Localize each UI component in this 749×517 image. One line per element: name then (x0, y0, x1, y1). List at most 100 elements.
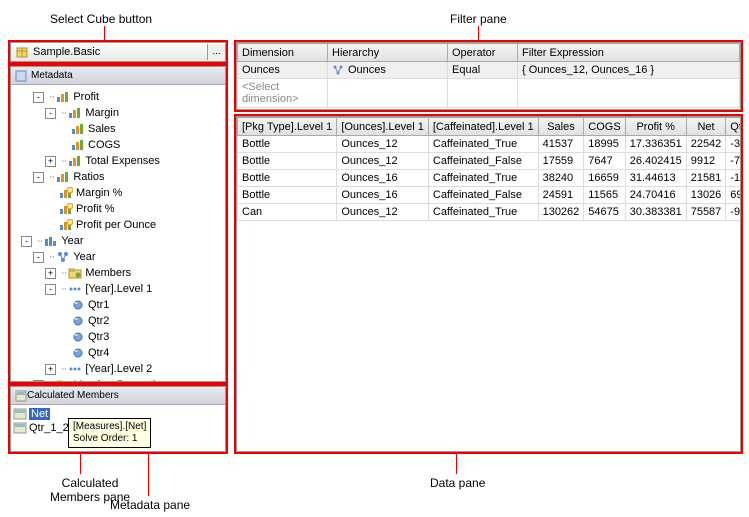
data-cell[interactable]: Caffeinated_True (428, 136, 538, 153)
tree-node[interactable]: Profit % (13, 201, 223, 217)
data-cell[interactable]: 17559 (538, 153, 584, 170)
collapse-icon[interactable]: - (33, 172, 44, 183)
data-cell[interactable]: 24591 (538, 187, 584, 204)
data-cell[interactable]: 11565 (584, 187, 625, 204)
filter-row[interactable]: OuncesOuncesEqual{ Ounces_12, Ounces_16 … (238, 62, 740, 79)
tree-node[interactable]: -··Ratios (13, 169, 223, 185)
data-cell[interactable]: 30.383381 (625, 204, 686, 221)
data-row[interactable]: BottleOunces_12Caffeinated_False17559764… (238, 153, 742, 170)
data-cell[interactable]: 38240 (538, 170, 584, 187)
data-row[interactable]: BottleOunces_16Caffeinated_False24591115… (238, 187, 742, 204)
data-cell[interactable]: 26.402415 (625, 153, 686, 170)
filter-cell[interactable]: Ounces (238, 62, 328, 79)
tree-node[interactable]: Qtr4 (13, 345, 223, 361)
data-cell[interactable]: 16659 (584, 170, 625, 187)
data-cell[interactable]: 69 (726, 187, 741, 204)
browse-button[interactable]: ... (207, 44, 225, 60)
data-cell[interactable]: 21581 (686, 170, 726, 187)
tree-node[interactable]: -··[Year].Level 1 (13, 281, 223, 297)
tree-node[interactable]: Margin % (13, 185, 223, 201)
tree-node[interactable]: Qtr1 (13, 297, 223, 313)
data-header[interactable]: COGS (584, 118, 625, 136)
metadata-tree[interactable]: -··Profit-··MarginSalesCOGS+··Total Expe… (11, 85, 225, 381)
filter-cell[interactable]: Ounces (328, 62, 448, 79)
collapse-icon[interactable]: - (33, 252, 44, 263)
tree-node[interactable]: -··Member Properties (13, 377, 223, 381)
data-grid[interactable]: [Pkg Type].Level 1[Ounces].Level 1[Caffe… (237, 117, 741, 221)
data-header[interactable]: Net (686, 118, 726, 136)
data-header[interactable]: Sales (538, 118, 584, 136)
tree-node[interactable]: Sales (13, 121, 223, 137)
expand-icon[interactable]: + (45, 364, 56, 375)
data-cell[interactable]: -37 (726, 136, 741, 153)
data-cell[interactable]: -78 (726, 153, 741, 170)
filter-grid[interactable]: DimensionHierarchyOperatorFilter Express… (237, 43, 740, 108)
filter-header[interactable]: Dimension (238, 44, 328, 62)
data-row[interactable]: BottleOunces_12Caffeinated_True415371899… (238, 136, 742, 153)
filter-cell[interactable]: Equal (448, 62, 518, 79)
filter-header[interactable]: Hierarchy (328, 44, 448, 62)
tree-node[interactable]: Qtr3 (13, 329, 223, 345)
collapse-icon[interactable]: - (45, 108, 56, 119)
tree-node[interactable]: COGS (13, 137, 223, 153)
data-cell[interactable]: Caffeinated_False (428, 153, 538, 170)
data-header[interactable]: [Pkg Type].Level 1 (238, 118, 337, 136)
tree-node[interactable]: -··Profit (13, 89, 223, 105)
data-cell[interactable]: 17.336351 (625, 136, 686, 153)
data-header[interactable]: Profit % (625, 118, 686, 136)
data-header[interactable]: [Ounces].Level 1 (337, 118, 429, 136)
filter-empty-cell[interactable] (448, 79, 518, 108)
data-cell[interactable]: -116 (726, 170, 741, 187)
data-cell[interactable]: Ounces_16 (337, 170, 429, 187)
data-cell[interactable]: Ounces_12 (337, 153, 429, 170)
data-cell[interactable]: 41537 (538, 136, 584, 153)
data-cell[interactable]: 54675 (584, 204, 625, 221)
tree-node[interactable]: +··[Year].Level 2 (13, 361, 223, 377)
filter-placeholder-row[interactable]: <Select dimension> (238, 79, 740, 108)
data-cell[interactable]: Bottle (238, 187, 337, 204)
data-header[interactable]: Qtr_1_2_Delta (726, 118, 741, 136)
filter-header[interactable]: Operator (448, 44, 518, 62)
data-cell[interactable]: 75587 (686, 204, 726, 221)
data-cell[interactable]: Caffeinated_False (428, 187, 538, 204)
data-cell[interactable]: 13026 (686, 187, 726, 204)
data-row[interactable]: BottleOunces_16Caffeinated_True382401665… (238, 170, 742, 187)
filter-placeholder-cell[interactable]: <Select dimension> (238, 79, 328, 108)
filter-header[interactable]: Filter Expression (518, 44, 740, 62)
tree-node[interactable]: -··Year (13, 249, 223, 265)
data-cell[interactable]: 130262 (538, 204, 584, 221)
data-cell[interactable]: 22542 (686, 136, 726, 153)
tree-node[interactable]: +··Total Expenses (13, 153, 223, 169)
data-cell[interactable]: -999 (726, 204, 741, 221)
tree-node[interactable]: Qtr2 (13, 313, 223, 329)
collapse-icon[interactable]: - (21, 236, 32, 247)
data-cell[interactable]: Ounces_16 (337, 187, 429, 204)
data-cell[interactable]: 18995 (584, 136, 625, 153)
data-cell[interactable]: Can (238, 204, 337, 221)
data-cell[interactable]: Bottle (238, 170, 337, 187)
collapse-icon[interactable]: - (45, 284, 56, 295)
tree-node[interactable]: -··Year (13, 233, 223, 249)
data-cell[interactable]: Bottle (238, 153, 337, 170)
tree-node[interactable]: +··Members (13, 265, 223, 281)
filter-empty-cell[interactable] (518, 79, 740, 108)
filter-cell[interactable]: { Ounces_12, Ounces_16 } (518, 62, 740, 79)
data-header[interactable]: [Caffeinated].Level 1 (428, 118, 538, 136)
data-row[interactable]: CanOunces_12Caffeinated_True130262546753… (238, 204, 742, 221)
expand-icon[interactable]: + (45, 156, 56, 167)
data-cell[interactable]: Caffeinated_True (428, 204, 538, 221)
filter-empty-cell[interactable] (328, 79, 448, 108)
data-cell[interactable]: Caffeinated_True (428, 170, 538, 187)
data-cell[interactable]: 31.44613 (625, 170, 686, 187)
cube-selector[interactable]: Sample.Basic ... (10, 42, 226, 62)
data-cell[interactable]: 9912 (686, 153, 726, 170)
expand-icon[interactable]: + (45, 268, 56, 279)
collapse-icon[interactable]: - (33, 92, 44, 103)
data-cell[interactable]: 24.70416 (625, 187, 686, 204)
data-cell[interactable]: Ounces_12 (337, 204, 429, 221)
data-cell[interactable]: Ounces_12 (337, 136, 429, 153)
data-cell[interactable]: Bottle (238, 136, 337, 153)
tree-node[interactable]: Profit per Ounce (13, 217, 223, 233)
collapse-icon[interactable]: - (33, 380, 44, 382)
data-cell[interactable]: 7647 (584, 153, 625, 170)
